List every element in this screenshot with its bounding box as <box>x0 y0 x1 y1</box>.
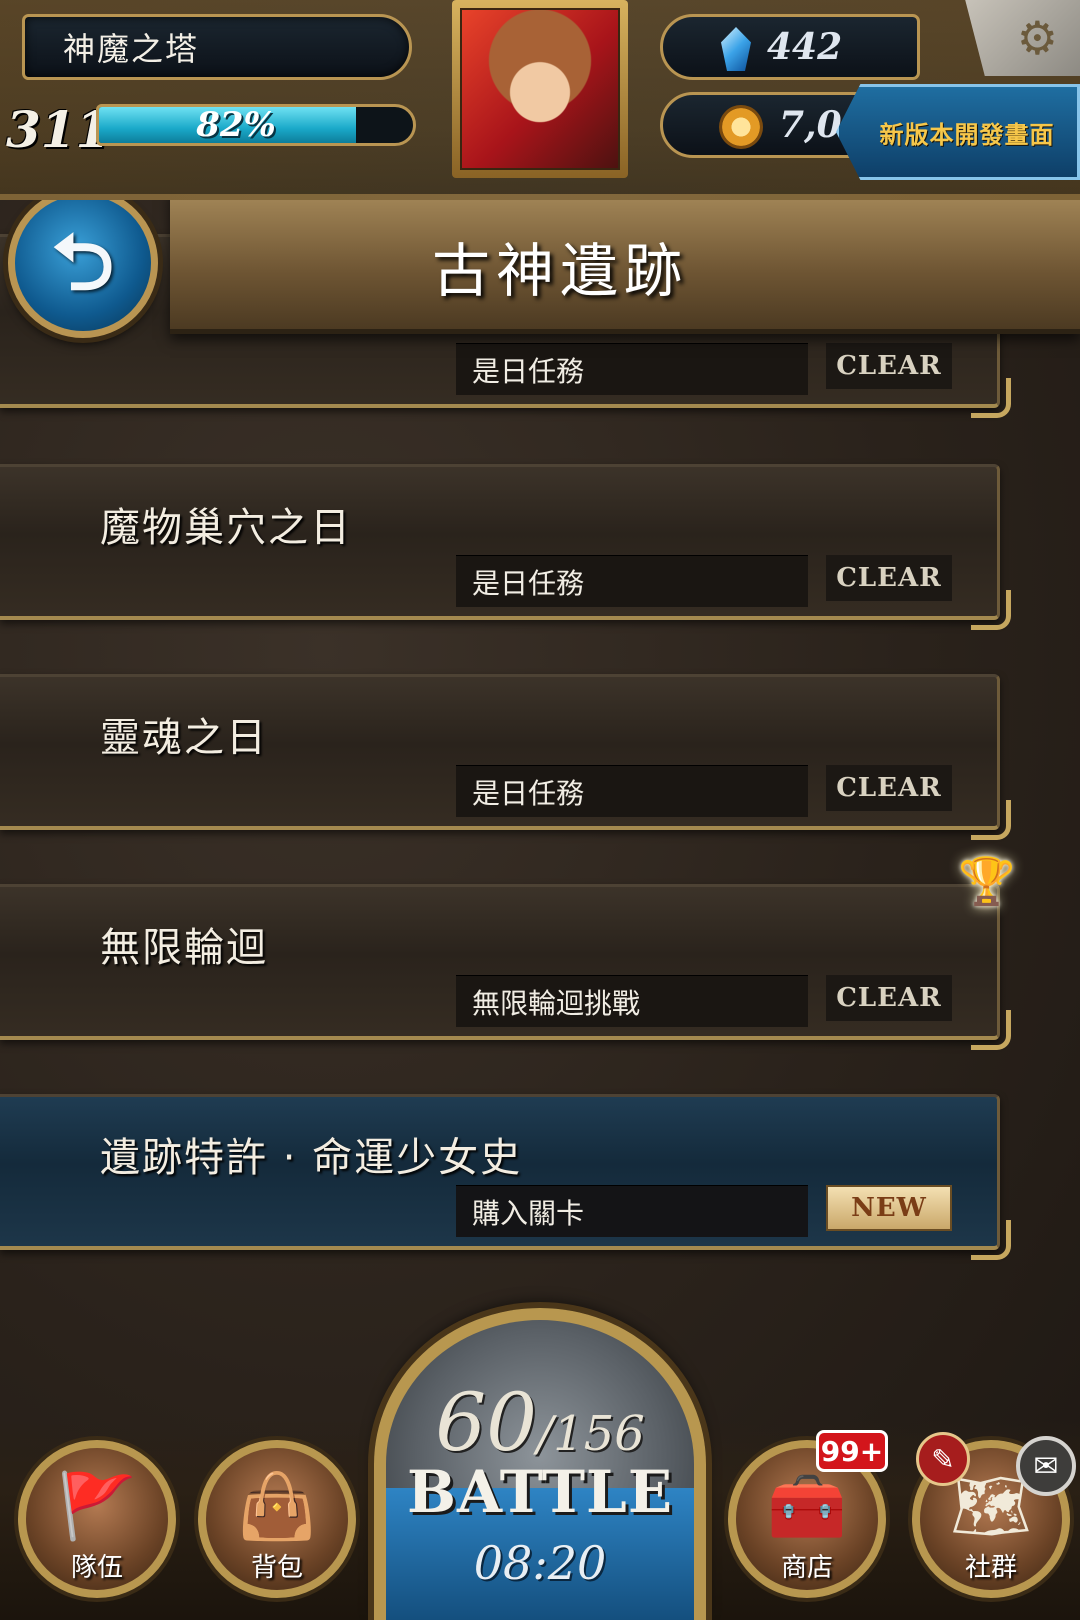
battle-label: BATTLE <box>406 1458 674 1526</box>
status-badge: CLEAR <box>826 975 952 1021</box>
stage-card[interactable]: 靈魂之日 是日任務 CLEAR <box>0 674 1011 840</box>
nav-team-label: 隊伍 <box>70 1553 123 1583</box>
nav-shop-label: 商店 <box>780 1553 833 1583</box>
card-corner-ornament <box>971 1220 1011 1260</box>
nav-team-button[interactable]: 🚩 隊伍 <box>18 1440 176 1598</box>
coin-icon <box>719 105 763 149</box>
battle-button[interactable]: 60/156 BATTLE 08:20 <box>374 1308 706 1620</box>
nav-bag-button[interactable]: 👜 背包 <box>198 1440 356 1598</box>
memo-icon[interactable]: ✎ <box>916 1432 970 1486</box>
stage-subtitle: 是日任務 <box>456 555 808 607</box>
card-corner-ornament <box>971 590 1011 630</box>
stage-subtitle: 無限輪迴挑戰 <box>456 975 808 1027</box>
stage-subtitle: 購入關卡 <box>456 1185 808 1237</box>
gem-counter[interactable]: 442 <box>660 14 920 80</box>
avatar[interactable] <box>460 8 620 170</box>
dev-banner-text: 新版本開發畫面 <box>879 120 1055 149</box>
card-corner-ornament <box>971 1010 1011 1050</box>
stage-card-featured[interactable]: 遺跡特許 · 命運少女史 購入關卡 NEW <box>0 1094 1011 1260</box>
back-button[interactable]: ⮌ <box>8 188 158 338</box>
flag-icon: 🚩 <box>57 1470 137 1544</box>
new-badge: NEW <box>826 1185 952 1231</box>
nav-bag-label: 背包 <box>250 1553 303 1583</box>
card-corner-ornament <box>971 800 1011 840</box>
stage-subtitle: 是日任務 <box>456 765 808 817</box>
stage-card[interactable]: 無限輪迴 無限輪迴挑戰 CLEAR <box>0 884 1011 1050</box>
player-level: 311 <box>6 99 111 159</box>
gear-icon: ⚙ <box>1016 11 1058 65</box>
stamina-bar: 82% <box>96 104 416 146</box>
status-badge: CLEAR <box>826 765 952 811</box>
stage-name: 靈魂之日 <box>100 715 268 761</box>
status-badge: CLEAR <box>826 343 952 389</box>
dev-version-banner[interactable]: 新版本開發畫面 <box>836 84 1080 180</box>
game-title-text: 神魔之塔 <box>63 30 200 68</box>
top-hud: 神魔之塔 311 82% 442 7,0 ⚙ 新版本開發畫面 <box>0 0 1080 200</box>
mail-icon[interactable]: ✉ <box>1016 1436 1076 1496</box>
social-map-icon: 🗺 <box>950 1470 1032 1544</box>
battle-stamina: 60/156 <box>386 1376 694 1469</box>
stage-name: 無限輪迴 <box>100 925 268 971</box>
treasure-chest-icon: 🧰 <box>767 1470 847 1544</box>
leader-avatar-frame[interactable] <box>452 0 628 178</box>
bag-icon: 👜 <box>237 1470 317 1544</box>
stage-name: 遺跡特許 · 命運少女史 <box>100 1135 523 1181</box>
stage-name: 魔物巢穴之日 <box>100 505 352 551</box>
arrow-back-icon: ⮌ <box>51 218 115 308</box>
page-title: 古神遺跡 <box>431 237 688 305</box>
page-header: 古神遺跡 <box>170 188 1080 334</box>
battle-max: /156 <box>537 1406 645 1462</box>
card-corner-ornament <box>971 378 1011 418</box>
status-badge: CLEAR <box>826 555 952 601</box>
trophy-icon: 🏆 <box>958 854 1016 908</box>
shop-notification-badge: 99+ <box>816 1430 888 1472</box>
stage-subtitle: 是日任務 <box>456 343 808 395</box>
game-title: 神魔之塔 <box>22 14 412 80</box>
stamina-percent: 82% <box>196 105 276 145</box>
nav-social-label: 社群 <box>964 1553 1017 1583</box>
battle-timer: 08:20 <box>473 1536 607 1590</box>
settings-button[interactable]: ⚙ <box>965 0 1080 76</box>
stage-card[interactable]: 魔物巢穴之日 是日任務 CLEAR <box>0 464 1011 630</box>
battle-current: 60 <box>435 1376 537 1469</box>
